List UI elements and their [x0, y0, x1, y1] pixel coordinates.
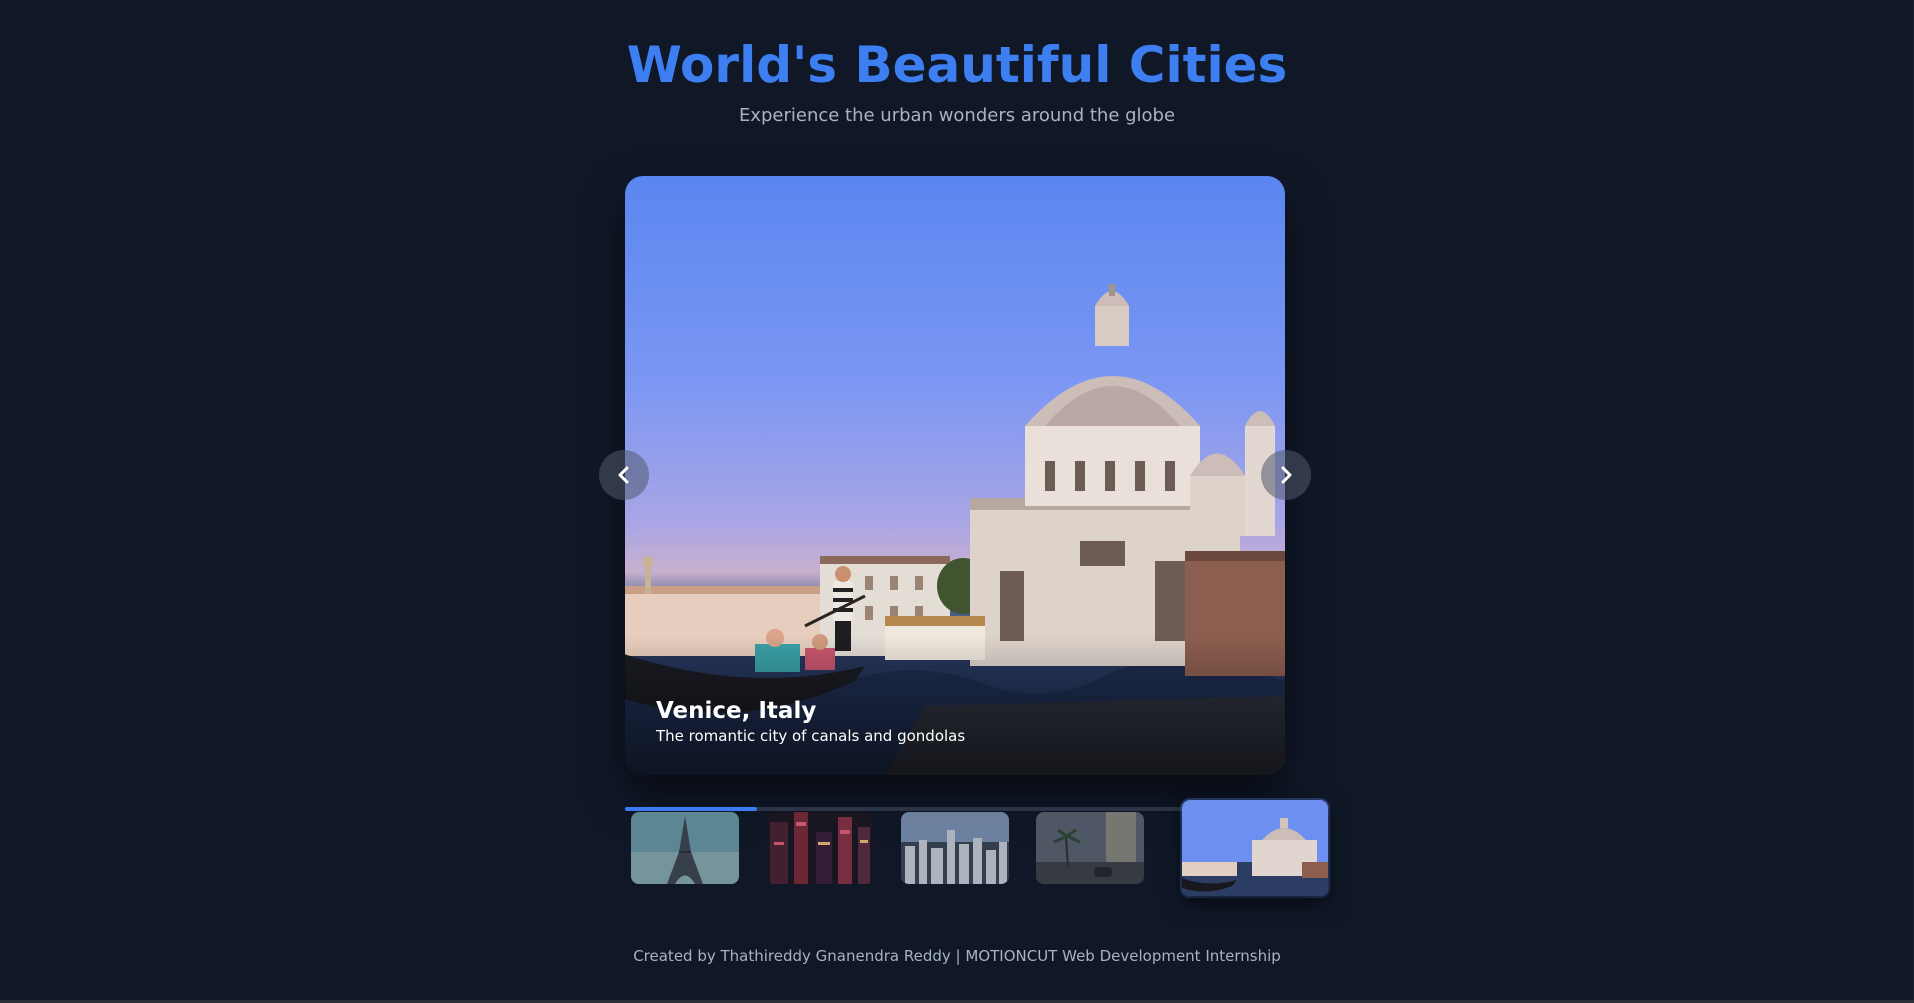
slide-progress-fill — [625, 807, 757, 811]
new-york-thumbnail[interactable] — [901, 812, 1009, 884]
footer-credit: Created by Thathireddy Gnanendra Reddy |… — [633, 947, 1281, 965]
page-title: World's Beautiful Cities — [626, 36, 1288, 94]
venice-thumbnail[interactable] — [1182, 800, 1328, 896]
previous-slide-button[interactable] — [599, 450, 649, 500]
dubai-thumbnail[interactable] — [1036, 812, 1144, 884]
chevron-left-icon — [618, 466, 629, 484]
slide-description: The romantic city of canals and gondolas — [656, 727, 966, 745]
carousel-slide: Venice, Italy The romantic city of canal… — [625, 176, 1285, 775]
paris-thumbnail[interactable] — [631, 812, 739, 884]
slide-title: Venice, Italy — [656, 698, 817, 724]
chevron-right-icon — [1281, 466, 1292, 484]
next-slide-button[interactable] — [1261, 450, 1311, 500]
tokyo-thumbnail[interactable] — [766, 812, 874, 884]
slide-caption: Venice, Italy The romantic city of canal… — [625, 635, 1285, 775]
page-subtitle: Experience the urban wonders around the … — [738, 105, 1176, 126]
